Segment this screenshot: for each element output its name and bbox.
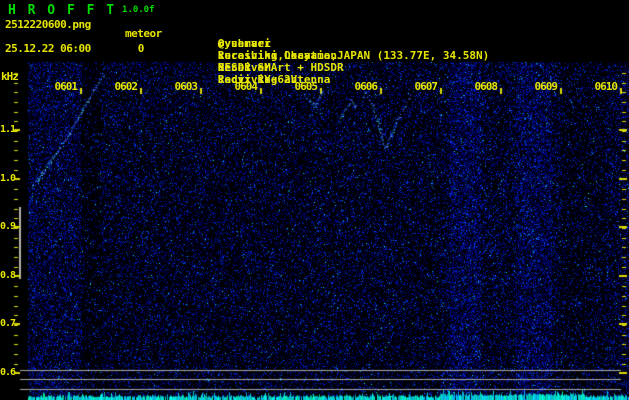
time-axis-label: 0608	[474, 80, 499, 93]
info-value: Radix RY-62V	[217, 73, 298, 86]
observer-info-block: Ovserver: @yuhmari Receiving Location: kur…	[178, 2, 490, 86]
app-title: H R O F F T	[8, 3, 117, 18]
app-version: 1.0.0f	[122, 5, 155, 15]
freq-axis-label: 0.6	[0, 367, 16, 378]
meteor-counter-label: meteor	[125, 27, 162, 40]
meteor-counter-value: 0	[137, 42, 145, 55]
freq-axis-label: 0.7	[0, 318, 16, 329]
freq-axis-label: 1.1	[0, 124, 16, 135]
time-axis-label: 0607	[414, 80, 439, 93]
freq-axis-label: 0.8	[0, 270, 16, 281]
time-axis-label: 0601	[54, 80, 79, 93]
freq-axis-unit: kHz	[1, 70, 19, 83]
output-filename: 2512220600.png	[5, 18, 91, 31]
hrofft-window: H R O F F T 1.0.0f 2512220600.png meteor…	[0, 0, 629, 400]
observation-datetime: 25.12.22 06:00	[5, 42, 91, 55]
freq-axis-label: 1.0	[0, 173, 16, 184]
freq-axis-label: 0.9	[0, 221, 16, 232]
time-axis-label: 0602	[114, 80, 139, 93]
time-axis-label: 0606	[354, 80, 379, 93]
time-axis-label: 0610	[594, 80, 619, 93]
time-axis-label: 0609	[534, 80, 559, 93]
time-axis-label: 0604	[234, 80, 259, 93]
time-axis-label: 0605	[294, 80, 319, 93]
time-axis-label: 0603	[174, 80, 199, 93]
